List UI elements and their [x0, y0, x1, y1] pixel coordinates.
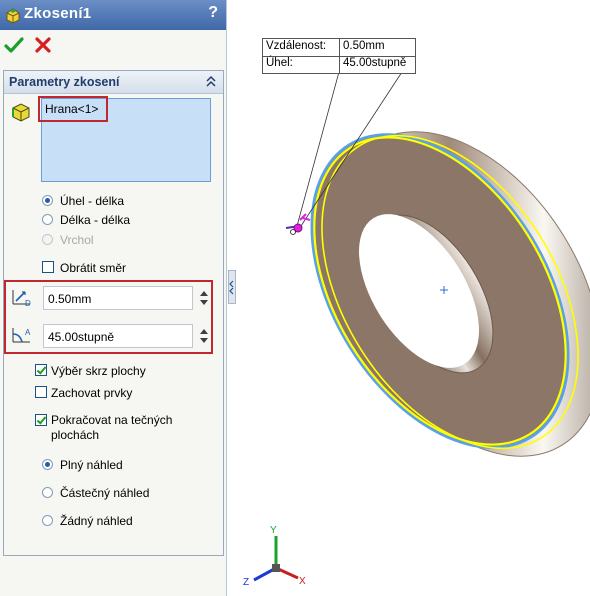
ok-check-icon[interactable] — [4, 36, 24, 54]
tangent-propagation-label-line1: Pokračovat na tečných — [51, 413, 173, 427]
no-preview-radio[interactable] — [42, 515, 53, 526]
chamfer-feature-icon — [6, 8, 20, 24]
svg-text:D: D — [25, 299, 31, 308]
select-through-faces-checkbox[interactable] — [35, 364, 47, 376]
angle-value: 45.00stupně — [48, 330, 115, 344]
distance-dimension-icon: D — [12, 290, 31, 308]
callout-distance-label: Vzdálenost: — [266, 40, 327, 52]
help-button[interactable]: ? — [208, 4, 218, 22]
edge-selection-icon — [12, 103, 30, 122]
angle-input[interactable]: 45.00stupně — [43, 324, 193, 348]
triad-y-label: Y — [270, 525, 277, 536]
select-through-faces-label: Výběr skrz plochy — [51, 364, 146, 378]
washer-part[interactable] — [259, 84, 590, 505]
callout-angle-label: Úhel: — [266, 57, 293, 69]
no-preview-label: Žádný náhled — [60, 514, 133, 528]
cancel-x-icon[interactable] — [34, 36, 52, 54]
flip-direction-checkbox[interactable] — [42, 261, 54, 273]
distance-input[interactable]: 0.50mm — [43, 286, 193, 310]
angle-distance-radio[interactable] — [42, 195, 53, 206]
vertex-label: Vrchol — [60, 233, 94, 247]
group-title: Parametry zkosení — [9, 75, 120, 89]
group-header[interactable]: Parametry zkosení — [4, 71, 223, 94]
angle-dimension-icon: A — [12, 328, 31, 343]
keep-features-label: Zachovat prvky — [51, 386, 133, 400]
triad-z-label: Z — [243, 577, 249, 588]
triad-x-label: X — [299, 576, 306, 587]
tangent-propagation-checkbox[interactable] — [35, 414, 47, 426]
title-bar: Zkosení1 ? — [0, 0, 226, 30]
view-triad — [253, 536, 299, 582]
callout-angle-value[interactable]: 45.00stupně — [343, 57, 406, 69]
splitter-chevron-icon — [229, 280, 234, 295]
flip-direction-label: Obrátit směr — [60, 261, 127, 275]
distance-distance-label: Délka - délka — [60, 213, 131, 227]
distance-distance-radio[interactable] — [42, 214, 53, 225]
keep-features-checkbox[interactable] — [35, 386, 47, 398]
distance-spinner[interactable] — [198, 286, 210, 310]
callout-distance-value[interactable]: 0.50mm — [343, 40, 385, 52]
full-preview-label: Plný náhled — [60, 458, 123, 472]
full-preview-radio[interactable] — [42, 459, 53, 470]
distance-value: 0.50mm — [48, 292, 92, 306]
partial-preview-radio[interactable] — [42, 487, 53, 498]
callout-distance-row: Vzdálenost: 0.50mm — [263, 39, 415, 56]
panel-title: Zkosení1 — [24, 5, 92, 22]
svg-text:A: A — [25, 328, 31, 337]
dimension-callout[interactable]: Vzdálenost: 0.50mm Úhel: 45.00stupně — [262, 38, 416, 74]
tangent-propagation-label-line2: plochách — [51, 428, 100, 442]
angle-spinner[interactable] — [198, 324, 210, 348]
collapse-chevron-icon[interactable] — [205, 75, 217, 89]
partial-preview-label: Částečný náhled — [60, 486, 150, 500]
selected-edge-item[interactable]: Hrana<1> — [38, 96, 108, 122]
callout-angle-row: Úhel: 45.00stupně — [263, 56, 415, 73]
selected-edge-label: Hrana<1> — [45, 102, 99, 116]
graphics-viewport[interactable]: Y X Z — [236, 0, 590, 596]
panel-splitter-handle[interactable] — [228, 270, 236, 304]
angle-distance-label: Úhel - délka — [60, 194, 125, 208]
vertex-radio — [42, 234, 53, 245]
property-manager: Zkosení1 ? Parametry zkosení Hrana<1> Úh… — [0, 0, 227, 596]
